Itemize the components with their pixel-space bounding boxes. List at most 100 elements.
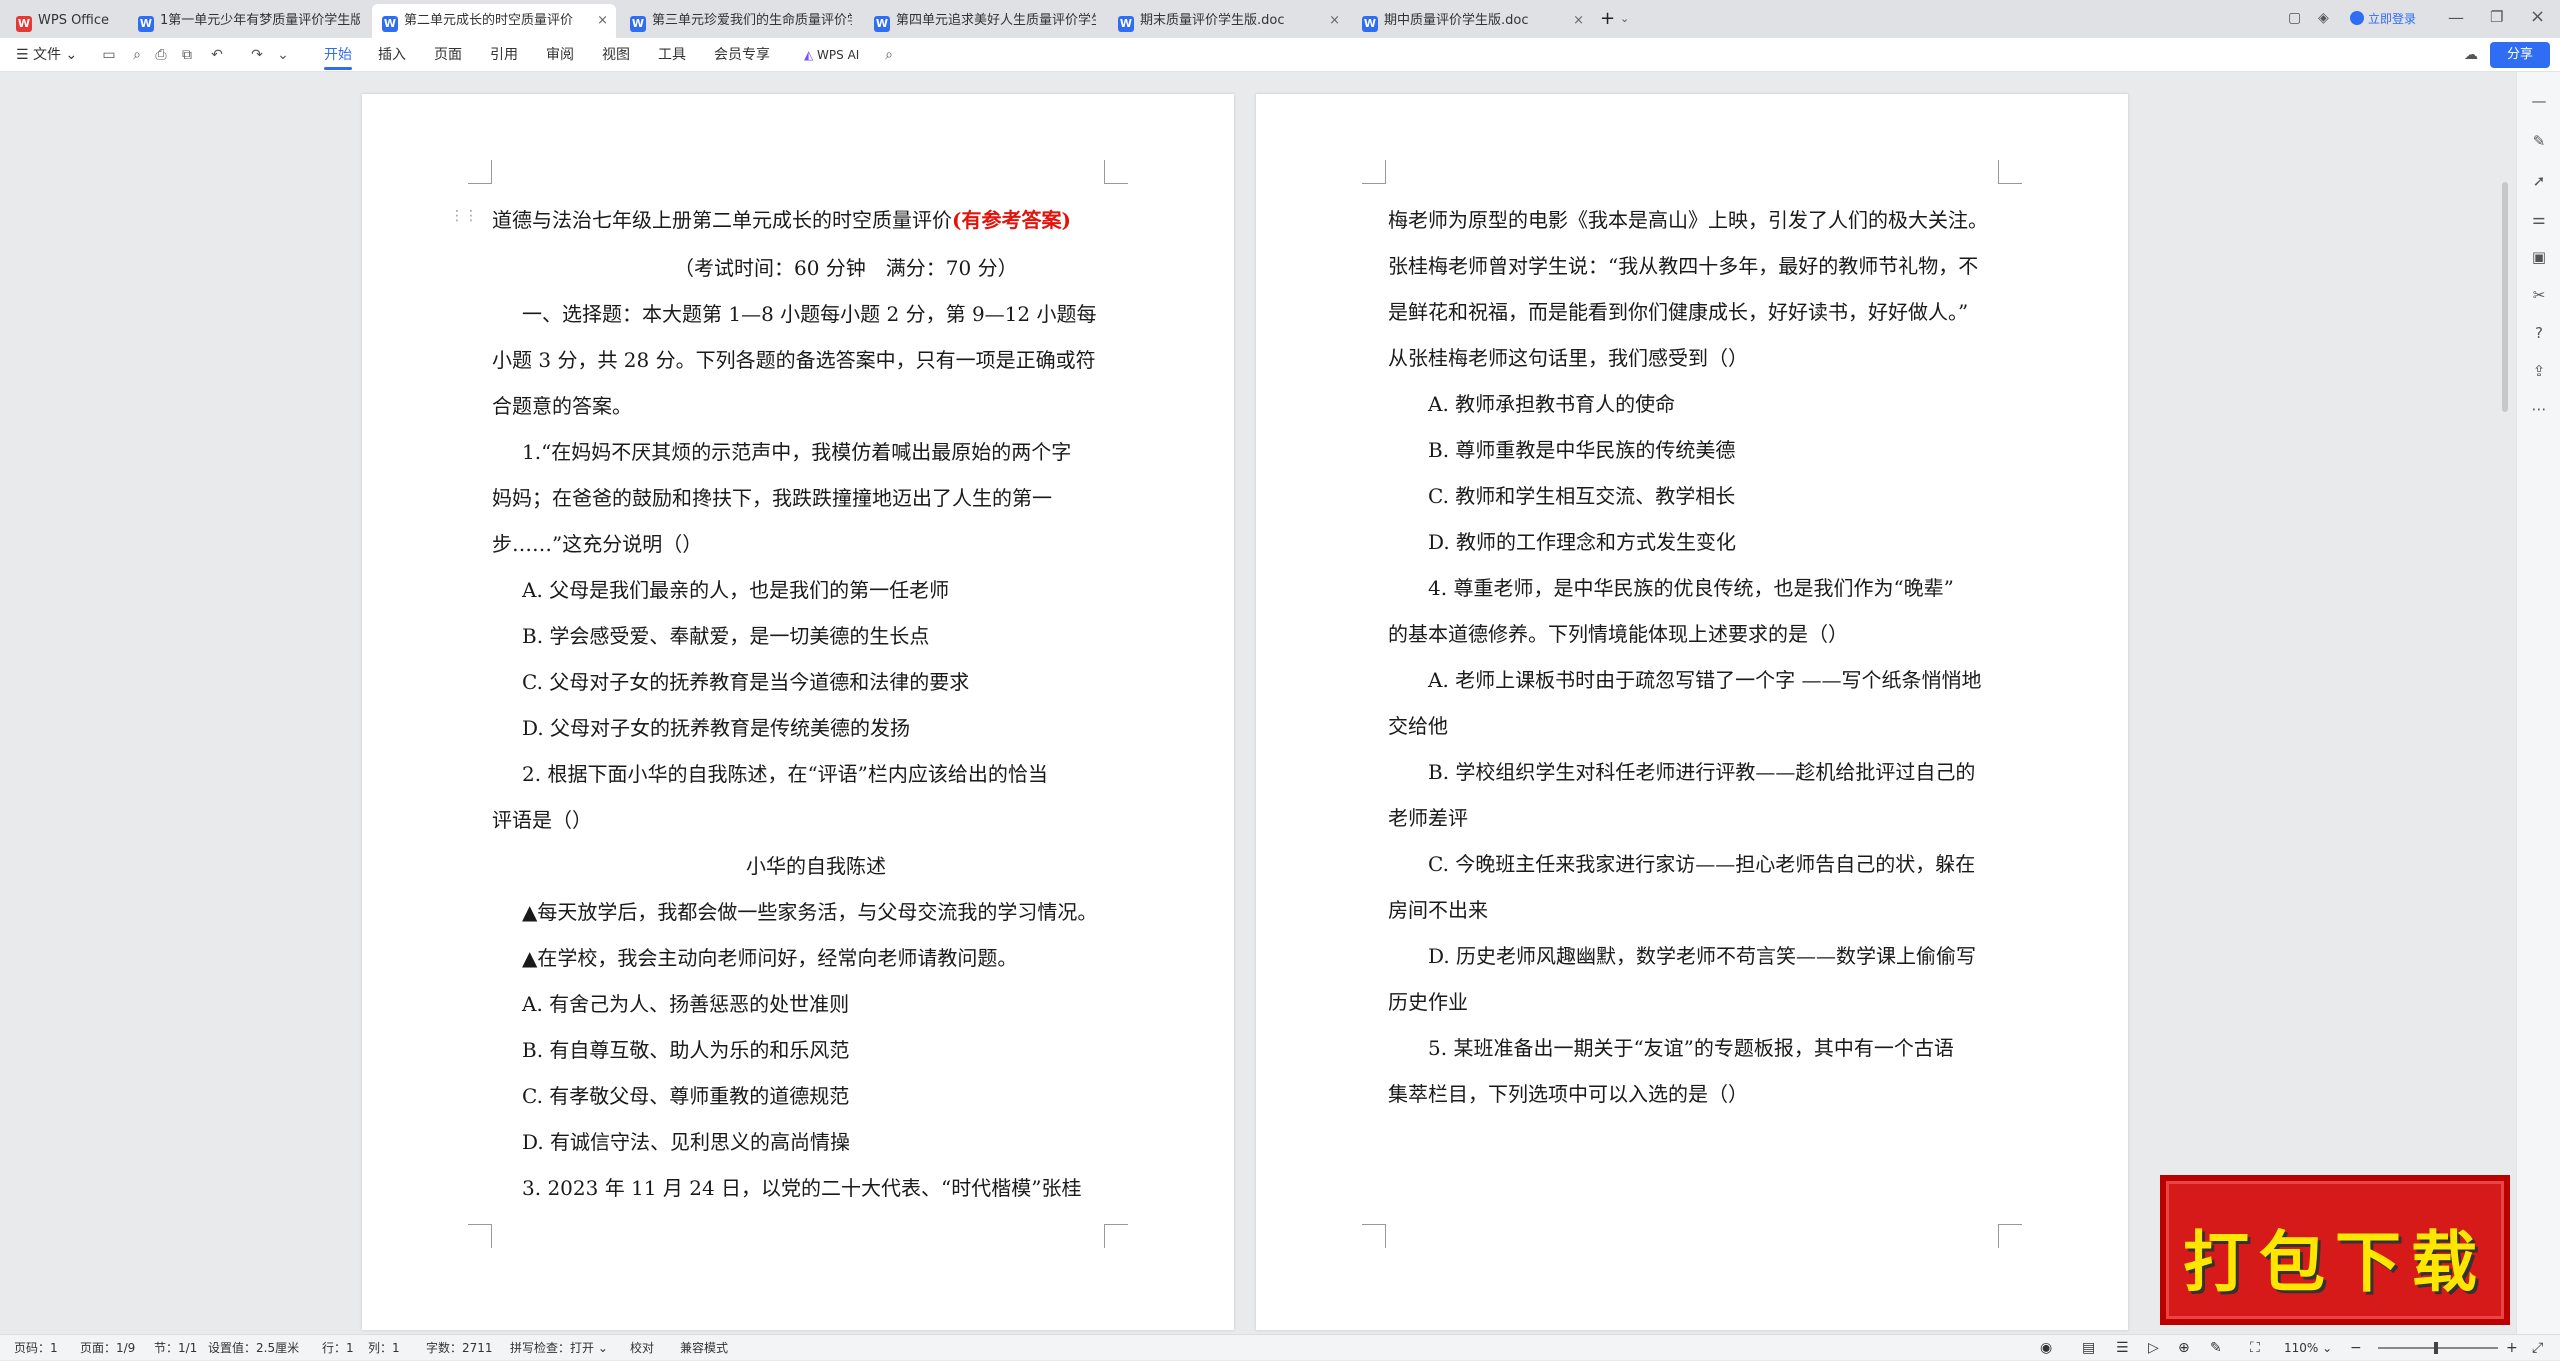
- wps-logo-icon: W: [16, 16, 32, 32]
- cloud-icon[interactable]: ☁: [2462, 46, 2480, 64]
- save-icon[interactable]: ▭: [100, 46, 118, 64]
- paragraph-line: 4. 尊重老师，是中华民族的优良传统，也是我们作为“晚辈”: [1428, 576, 1954, 600]
- margin-corner: [1998, 1224, 2022, 1248]
- tab-document-2[interactable]: W 第二单元成长的时空质量评价学生版.docx ×: [372, 4, 616, 38]
- eye-icon[interactable]: ◉: [2040, 1335, 2052, 1361]
- chevron-down-icon[interactable]: ⌄: [1620, 12, 1629, 25]
- print-icon[interactable]: ⎙: [152, 46, 170, 64]
- close-tab-icon[interactable]: ×: [1329, 4, 1340, 38]
- paragraph-line: D. 有诚信守法、见利思义的高尚情操: [522, 1130, 851, 1154]
- edit-icon[interactable]: ✎: [2210, 1335, 2222, 1361]
- paragraph-line: ▲在学校，我会主动向老师问好，经常向老师请教问题。: [522, 946, 1018, 970]
- margin-corner: [468, 160, 492, 184]
- margin-corner: [1362, 160, 1386, 184]
- tab-label: 1第一单元少年有梦质量评价学生版.docx: [160, 13, 360, 28]
- paragraph-line: B. 学校组织学生对科任老师进行评教——趁机给批评过自己的: [1428, 760, 1976, 784]
- adjust-icon[interactable]: ⚌: [2530, 210, 2548, 228]
- drag-handle-icon[interactable]: ⋮⋮: [450, 208, 478, 224]
- cube-icon[interactable]: ◈: [2318, 10, 2329, 26]
- fit-icon[interactable]: ⛶: [2250, 1335, 2260, 1361]
- status-proofread[interactable]: 校对: [630, 1335, 654, 1361]
- close-window-icon[interactable]: ×: [2530, 6, 2545, 27]
- page-view-icon[interactable]: ▤: [2082, 1335, 2095, 1361]
- more-icon[interactable]: ⋯: [2530, 400, 2548, 418]
- paragraph-line: 从张桂梅老师这句话里，我们感受到（）: [1388, 346, 1748, 370]
- paragraph-line: 步……”这充分说明（）: [492, 532, 703, 556]
- menu-review[interactable]: 审阅: [546, 38, 574, 72]
- status-word-count[interactable]: 字数：2711: [426, 1335, 493, 1361]
- zoom-out-icon[interactable]: −: [2350, 1335, 2362, 1361]
- status-spell-check[interactable]: 拼写检查：打开 ⌄: [510, 1335, 608, 1361]
- close-tab-icon[interactable]: ×: [1573, 4, 1584, 38]
- zoom-in-icon[interactable]: +: [2506, 1335, 2518, 1361]
- tab-label: 期中质量评价学生版.doc: [1384, 13, 1529, 28]
- paragraph-line: 妈妈；在爸爸的鼓励和搀扶下，我跌跌撞撞地迈出了人生的第一: [492, 486, 1052, 510]
- outline-view-icon[interactable]: ☰: [2116, 1335, 2129, 1361]
- share-label: 分享: [2506, 47, 2533, 62]
- menu-tools[interactable]: 工具: [658, 38, 686, 72]
- share-icon[interactable]: ⇪: [2530, 362, 2548, 380]
- cursor-icon[interactable]: ➚: [2530, 172, 2548, 190]
- fullscreen-icon[interactable]: ⤢: [2532, 1335, 2543, 1361]
- margin-corner: [1998, 160, 2022, 184]
- word-doc-icon: W: [382, 16, 398, 32]
- document-title: 道德与法治七年级上册第二单元成长的时空质量评价(有参考答案): [492, 206, 1071, 234]
- menu-page[interactable]: 页面: [434, 38, 462, 72]
- tools-icon[interactable]: ✂: [2530, 286, 2548, 304]
- file-menu[interactable]: ☰ 文件 ⌄: [16, 38, 77, 72]
- login-button[interactable]: 立即登录: [2350, 10, 2416, 27]
- tab-document-3[interactable]: W 第三单元珍爱我们的生命质量评价学生版.docx: [620, 4, 860, 38]
- paragraph-line: D. 教师的工作理念和方式发生变化: [1428, 530, 1737, 554]
- tab-document-4[interactable]: W 第四单元追求美好人生质量评价学生版.docx: [864, 4, 1104, 38]
- tab-label: WPS Office: [38, 13, 110, 28]
- right-sidebar: — ✎ ➚ ⚌ ▣ ✂ ? ⇪ ⋯: [2516, 72, 2560, 1334]
- zoom-slider[interactable]: [2378, 1342, 2498, 1354]
- menu-home[interactable]: 开始: [324, 38, 352, 72]
- menu-reference[interactable]: 引用: [490, 38, 518, 72]
- word-doc-icon: W: [1362, 16, 1378, 32]
- status-col: 列：1: [368, 1341, 400, 1355]
- zoom-level[interactable]: 110% ⌄: [2284, 1335, 2332, 1361]
- menu-member[interactable]: 会员专享: [714, 38, 770, 72]
- play-icon[interactable]: ▷: [2148, 1335, 2159, 1361]
- chevron-down-icon[interactable]: ⌄: [274, 46, 292, 64]
- search-icon[interactable]: ⌕: [880, 46, 898, 64]
- web-view-icon[interactable]: ⊕: [2178, 1335, 2190, 1361]
- tab-document-6[interactable]: W 期中质量评价学生版.doc ×: [1352, 4, 1592, 38]
- tab-wps-office[interactable]: W WPS Office: [6, 4, 124, 38]
- wps-ai-button[interactable]: ◭ WPS AI: [804, 38, 859, 72]
- tab-document-5[interactable]: W 期末质量评价学生版.doc ×: [1108, 4, 1348, 38]
- menu-insert[interactable]: 插入: [378, 38, 406, 72]
- redo-icon[interactable]: ↷: [248, 46, 266, 64]
- margin-corner: [1104, 160, 1128, 184]
- status-setting[interactable]: 设置值：2.5厘米: [208, 1335, 299, 1361]
- tab-document-1[interactable]: W 1第一单元少年有梦质量评价学生版.docx: [128, 4, 368, 38]
- menu-view[interactable]: 视图: [602, 38, 630, 72]
- print-preview-icon[interactable]: ⧉: [178, 46, 196, 64]
- paragraph-line: A. 老师上课板书时由于疏忽写错了一个字 ——写个纸条悄悄地: [1428, 668, 1982, 692]
- undo-icon[interactable]: ↶: [208, 46, 226, 64]
- zoom-slider-thumb[interactable]: [2434, 1342, 2438, 1354]
- margin-corner: [1362, 1224, 1386, 1248]
- close-tab-icon[interactable]: ×: [597, 4, 608, 38]
- download-banner[interactable]: 打包下载: [2160, 1175, 2510, 1325]
- tab-label: 第三单元珍爱我们的生命质量评价学生版.docx: [652, 13, 852, 28]
- pen-icon[interactable]: ✎: [2530, 132, 2548, 150]
- restore-icon[interactable]: ❐: [2490, 8, 2503, 26]
- title-text: 道德与法治七年级上册第二单元成长的时空质量评价: [492, 208, 952, 232]
- find-icon[interactable]: ⌕: [128, 46, 146, 64]
- tab-label: 第二单元成长的时空质量评价学生版.docx: [404, 13, 574, 28]
- document-workspace[interactable]: ⋮⋮ 道德与法治七年级上册第二单元成长的时空质量评价(有参考答案) （考试时间：…: [0, 72, 2560, 1334]
- window-layout-icon[interactable]: ▢: [2288, 10, 2301, 26]
- share-button[interactable]: 分享: [2490, 42, 2550, 68]
- new-tab-button[interactable]: +: [1600, 8, 1615, 29]
- image-icon[interactable]: ▣: [2530, 248, 2548, 266]
- status-page[interactable]: 页面：1/9: [80, 1335, 135, 1361]
- paragraph-line: A. 有舍己为人、扬善惩恶的处世准则: [522, 992, 850, 1016]
- document-page-2[interactable]: 梅老师为原型的电影《我本是高山》上映，引发了人们的极大关注。 张桂梅老师曾对学生说…: [1256, 94, 2128, 1330]
- vertical-scrollbar[interactable]: [2502, 182, 2508, 412]
- minimize-icon[interactable]: —: [2448, 8, 2464, 27]
- document-page-1[interactable]: ⋮⋮ 道德与法治七年级上册第二单元成长的时空质量评价(有参考答案) （考试时间：…: [362, 94, 1234, 1330]
- help-icon[interactable]: ?: [2530, 324, 2548, 342]
- minus-icon[interactable]: —: [2530, 92, 2548, 110]
